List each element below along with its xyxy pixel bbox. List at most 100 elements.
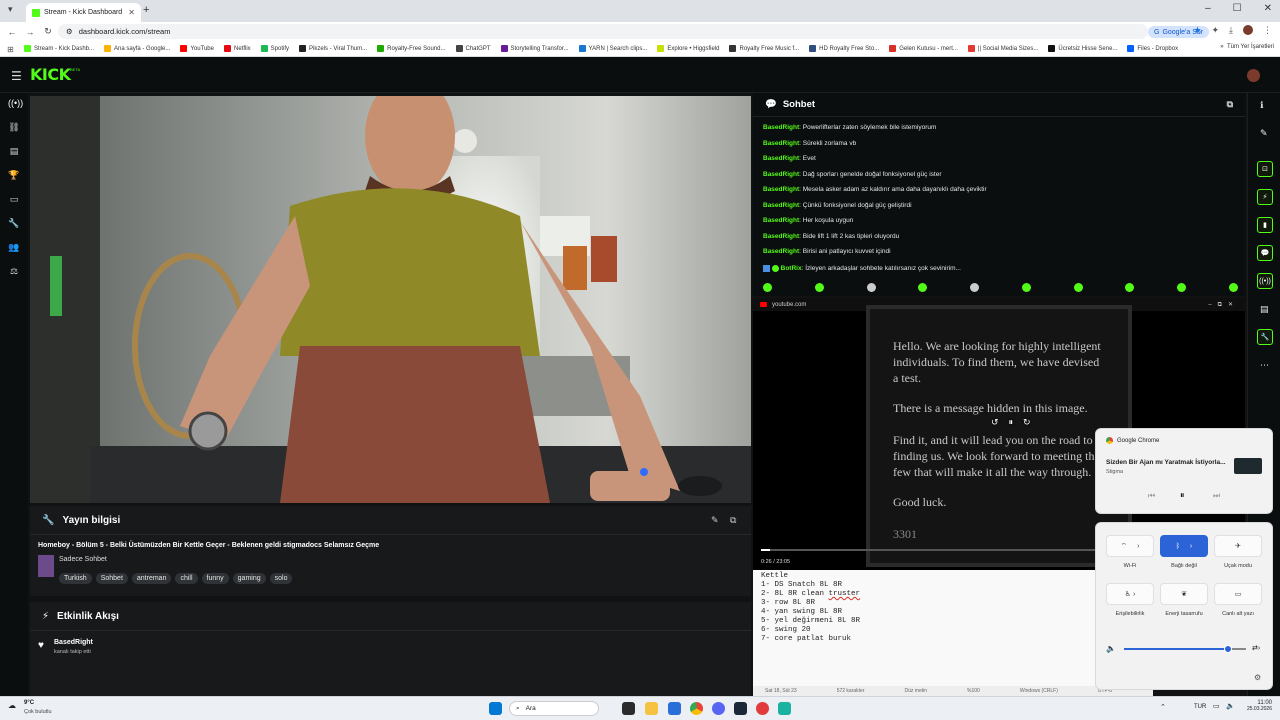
chevron-right-icon[interactable]: › [1137, 543, 1139, 550]
chat-username[interactable]: BasedRight [763, 248, 799, 255]
mail-icon[interactable] [668, 702, 681, 715]
stream-tag[interactable]: chill [175, 573, 198, 584]
wrench-tool-button[interactable]: 🔧 [1257, 329, 1273, 345]
speaker-icon[interactable]: 🔈 [1106, 644, 1116, 653]
notepad-taskbar-icon[interactable] [778, 702, 791, 715]
pencil-icon[interactable]: ✎ [1260, 128, 1268, 139]
bookmark-item[interactable]: Spotify [260, 45, 289, 52]
kick-logo[interactable]: KICK [30, 65, 71, 84]
bookmark-item[interactable]: Pikzels - Viral Thum... [299, 45, 367, 52]
all-bookmarks-link[interactable]: » Tüm Yer İşaretleri [1216, 44, 1274, 50]
airplane-toggle[interactable]: ✈ [1214, 535, 1262, 557]
site-info-icon[interactable]: ⚙ [66, 27, 73, 36]
stream-tag[interactable]: gaming [232, 573, 266, 584]
audio-output-icon[interactable]: ⇄› [1252, 644, 1260, 652]
profile-avatar[interactable] [1243, 25, 1253, 35]
bookmark-item[interactable]: ChatGPT [455, 45, 491, 52]
stream-tag[interactable]: Turkish [59, 573, 92, 584]
settings-nav-icon[interactable]: 🔧 [8, 218, 20, 229]
emote-icon[interactable] [1228, 283, 1238, 292]
bookmark-item[interactable]: YouTube [180, 45, 214, 52]
forward-icon[interactable]: → [24, 27, 36, 37]
language-indicator[interactable]: TUR [1194, 704, 1206, 710]
chat-username[interactable]: BasedRight [763, 217, 799, 224]
volume-slider[interactable] [1124, 645, 1246, 653]
emote-icon[interactable] [866, 283, 876, 292]
link-nav-icon[interactable]: ⛓ [8, 122, 20, 133]
bookmark-item[interactable]: Netflix [223, 45, 251, 52]
obs-icon[interactable] [756, 702, 769, 715]
edit-icon[interactable]: ✎ [711, 515, 719, 526]
bookmark-item[interactable]: || Social Media Sizes... [967, 45, 1038, 52]
stream-video-preview[interactable] [30, 96, 751, 503]
chevron-right-icon[interactable]: › [1190, 543, 1192, 550]
steam-icon[interactable] [734, 702, 747, 715]
task-view-icon[interactable] [622, 702, 635, 715]
flash-tool-button[interactable]: ⚡ [1257, 189, 1273, 205]
emote-icon[interactable] [918, 283, 928, 292]
stream-tag[interactable]: funny [201, 573, 229, 584]
network-icon[interactable]: ▭ [1213, 702, 1220, 710]
extensions-icon[interactable]: ✦ [1211, 25, 1219, 36]
file-explorer-icon[interactable] [645, 702, 658, 715]
weather-icon[interactable]: ☁ [8, 701, 16, 710]
pip-window-controls[interactable]: –⧉✕ [1208, 301, 1239, 309]
bluetooth-toggle[interactable]: ᛒ › [1160, 535, 1208, 557]
chat-username[interactable]: BasedRight [763, 124, 799, 131]
bookmark-item[interactable]: Royalty Free Music f... [729, 45, 799, 52]
share-icon[interactable]: ⋯ [1260, 360, 1269, 371]
chat-popout-icon[interactable]: ⧉ [1227, 99, 1233, 110]
tab-kick-dashboard[interactable]: Stream - Kick Dashboard ✕ [26, 3, 141, 22]
start-button[interactable] [489, 702, 502, 715]
chat-username[interactable]: BasedRight [763, 155, 799, 162]
accessibility-toggle[interactable]: ♿ › [1106, 583, 1154, 605]
emote-icon[interactable] [763, 283, 772, 292]
download-icon[interactable]: ⤓ [1229, 25, 1233, 36]
emote-icon[interactable] [1073, 283, 1083, 292]
bookmark-item[interactable]: HD Royalty Free Sto... [809, 45, 879, 52]
new-tab-button[interactable]: + [143, 4, 149, 16]
emote-icon[interactable] [1021, 283, 1031, 292]
chrome-taskbar-icon[interactable] [690, 702, 703, 715]
stream-tag[interactable]: antreman [131, 573, 172, 584]
emote-icon[interactable] [970, 283, 980, 292]
community-nav-icon[interactable]: 👥 [8, 242, 20, 253]
close-window-icon[interactable]: ✕ [1264, 3, 1272, 14]
user-avatar[interactable] [1247, 69, 1260, 82]
minimize-icon[interactable]: – [1205, 3, 1211, 14]
bookmark-star-icon[interactable]: ★ [1193, 25, 1201, 36]
chat-username[interactable]: BasedRight [763, 171, 799, 178]
stream-tag[interactable]: Sohbet [95, 573, 128, 584]
notepad-window[interactable]: Kettle 1- DS Snatch 8L 8R 2- 8L 8R clean t… [753, 570, 1153, 696]
url-field[interactable]: ⚙ dashboard.kick.com/stream [58, 24, 1148, 39]
emote-icon[interactable] [1125, 283, 1135, 292]
previous-track-icon[interactable]: ⏮ [1148, 491, 1155, 501]
moderation-nav-icon[interactable]: ⚖ [8, 266, 20, 277]
chat-username[interactable]: BasedRight [763, 186, 799, 193]
taskbar-search[interactable]: ⌕ Ara [509, 701, 599, 716]
close-tab-icon[interactable]: ✕ [128, 8, 135, 17]
hamburger-menu-icon[interactable]: ☰ [11, 69, 22, 83]
bookmark-item[interactable]: YARN | Search clips... [578, 45, 647, 52]
layers-icon[interactable]: ▤ [1260, 304, 1269, 315]
bookmark-item[interactable]: Ücretsiz Hisse Sene... [1048, 45, 1117, 52]
next-track-icon[interactable]: ⏭ [1213, 491, 1220, 501]
back-icon[interactable]: ← [6, 27, 18, 37]
bot-username[interactable]: BotRix [781, 265, 802, 272]
chat-username[interactable]: BasedRight [763, 233, 799, 240]
camera-tool-button[interactable]: ⊡ [1257, 161, 1273, 177]
broadcast-tool-button[interactable]: ((•)) [1257, 273, 1273, 289]
pause-icon[interactable]: ⏸ [1180, 490, 1185, 501]
volume-tray-icon[interactable]: 🔈 [1226, 702, 1235, 710]
bookmark-item[interactable]: Gelen Kutusu - mert... [889, 45, 958, 52]
reload-icon[interactable]: ↻ [42, 26, 54, 37]
bookmark-item[interactable]: Stream - Kick Dashb... [24, 45, 94, 52]
bookmark-item[interactable]: Royalty-Free Sound... [377, 45, 446, 52]
clock[interactable]: 11:00 25.03.2026 [1240, 700, 1272, 712]
chat-username[interactable]: BasedRight [763, 140, 799, 147]
emote-icon[interactable] [1177, 283, 1187, 292]
live-captions-toggle[interactable]: ▭ [1214, 583, 1262, 605]
tray-chevron-icon[interactable]: ⌃ [1160, 703, 1166, 711]
chat-username[interactable]: BasedRight [763, 202, 799, 209]
stream-category[interactable]: Sadece Sohbet [59, 556, 107, 563]
